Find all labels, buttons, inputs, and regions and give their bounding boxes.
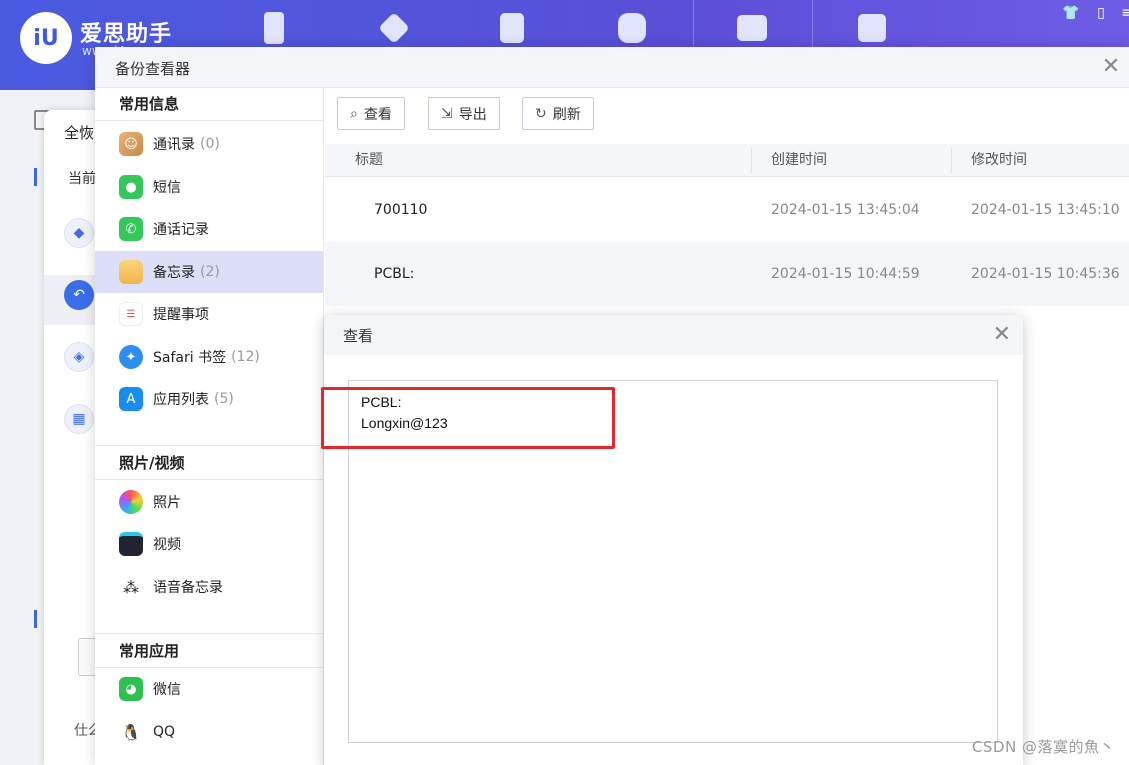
notes-icon (119, 260, 143, 284)
sidebar-item-label: Safari 书签 (153, 350, 227, 366)
layers-icon[interactable]: ◆ (64, 218, 94, 248)
header-divider (812, 0, 813, 48)
column-divider[interactable] (751, 148, 752, 173)
sidebar-item-count: (2) (200, 264, 220, 280)
table-row[interactable]: PCBL: 2024-01-15 10:44:59 2024-01-15 10:… (325, 242, 1129, 306)
restore-window-subtitle: 当前 (68, 171, 96, 187)
appstore-icon: A (119, 387, 143, 411)
cell-title: 700110 (374, 202, 428, 218)
watermark: CSDN @落寞的魚丶 (971, 738, 1115, 756)
wechat-icon: ◕ (119, 677, 143, 701)
column-header-title[interactable]: 标题 (355, 144, 383, 177)
column-header-modified[interactable]: 修改时间 (971, 144, 1027, 177)
music-icon[interactable] (490, 8, 534, 48)
sidebar-item-label: 应用列表 (153, 392, 209, 408)
close-icon[interactable]: ✕ (1097, 53, 1125, 81)
sidebar-item-label: 备忘录 (153, 265, 195, 281)
qq-icon: 🐧 (119, 720, 143, 744)
sidebar-item-label: 通讯录 (153, 137, 195, 153)
undo-icon[interactable]: ↶ (64, 280, 94, 310)
view-button-label: 查看 (363, 106, 392, 123)
sidebar-item-voice-memos[interactable]: ⁂ 语音备忘录 (95, 566, 323, 608)
sidebar-item-video[interactable]: 视频 (95, 523, 323, 565)
section-indicator (34, 168, 37, 186)
sidebar-item-label: 通话记录 (153, 222, 209, 238)
sidebar-item-count: (0) (200, 136, 220, 152)
shirt-icon[interactable]: 👕 (1062, 4, 1080, 22)
viewer-sidebar: 常用信息 ☺ 通讯录 (0) ● 短信 ✆ 通话记录 备忘录 (2) ☰ 提醒事… (95, 88, 324, 765)
table-row[interactable]: 700110 2024-01-15 13:45:04 2024-01-15 13… (325, 178, 1129, 242)
sidebar-item-contacts[interactable]: ☺ 通讯录 (0) (95, 123, 323, 165)
contacts-icon: ☺ (119, 132, 143, 156)
cell-created: 2024-01-15 10:44:59 (771, 266, 920, 282)
viewer-toolbar: ⌕ 查看 ⇲ 导出 ↻ 刷新 (325, 88, 1129, 144)
highlight-annotation (321, 387, 615, 449)
file-icon[interactable]: ▯ (1092, 4, 1110, 22)
section-divider (95, 445, 323, 446)
cell-modified: 2024-01-15 10:45:36 (971, 266, 1120, 282)
cube-icon[interactable]: ◈ (64, 342, 94, 372)
dialog-title: 查看 (343, 327, 374, 345)
voice-memo-icon: ⁂ (119, 575, 143, 599)
magnifier-doc-icon: ⌕ (350, 105, 358, 122)
sidebar-item-notes[interactable]: 备忘录 (2) (95, 251, 323, 293)
cell-title: PCBL: (374, 266, 415, 282)
phone-icon[interactable] (252, 8, 296, 48)
cube-icon[interactable] (372, 8, 416, 48)
section-title: 常用信息 (95, 88, 323, 121)
sidebar-item-label: 视频 (153, 537, 181, 553)
sidebar-item-reminders[interactable]: ☰ 提醒事项 (95, 293, 323, 335)
cell-modified: 2024-01-15 13:45:10 (971, 202, 1120, 218)
sidebar-item-photos[interactable]: 照片 (95, 481, 323, 523)
export-button[interactable]: ⇲ 导出 (428, 97, 500, 130)
sidebar-item-label: 微信 (153, 682, 181, 698)
section-divider (95, 633, 323, 634)
viewer-titlebar: 备份查看器 ✕ (95, 47, 1129, 88)
header-divider (693, 0, 694, 48)
sidebar-item-label: 短信 (153, 180, 181, 196)
refresh-button-label: 刷新 (552, 106, 581, 123)
sidebar-item-qq[interactable]: 🐧 QQ (95, 711, 323, 753)
restore-window-title: 全恢 (64, 124, 95, 142)
sidebar-item-call-log[interactable]: ✆ 通话记录 (95, 208, 323, 250)
section-title: 常用应用 (95, 635, 323, 668)
refresh-shield-icon[interactable] (610, 8, 654, 48)
table-header: 标题 创建时间 修改时间 (325, 144, 1129, 177)
close-icon[interactable]: ✕ (993, 321, 1011, 349)
photos-icon (119, 490, 143, 514)
menu-icon[interactable]: ≡ (1118, 4, 1129, 22)
sidebar-item-label: 照片 (153, 495, 181, 511)
sidebar-item-count: (5) (214, 391, 234, 407)
view-button[interactable]: ⌕ 查看 (337, 97, 405, 130)
safari-icon: ✦ (119, 345, 143, 369)
column-header-created[interactable]: 创建时间 (771, 144, 827, 177)
sidebar-item-messages[interactable]: ● 短信 (95, 166, 323, 208)
sidebar-item-label: 语音备忘录 (153, 580, 223, 596)
sidebar-item-safari[interactable]: ✦ Safari 书签 (12) (95, 336, 323, 378)
note-view-dialog: 查看 ✕ PCBL: Longxin@123 (324, 315, 1023, 765)
section-indicator (34, 610, 37, 628)
bag-icon[interactable] (850, 8, 894, 48)
messages-icon: ● (119, 175, 143, 199)
sidebar-item-count: (12) (231, 349, 260, 365)
refresh-button[interactable]: ↻ 刷新 (522, 97, 594, 130)
column-divider[interactable] (951, 148, 952, 173)
video-icon (119, 532, 143, 556)
section-title: 照片/视频 (95, 447, 323, 480)
sidebar-item-label: QQ (153, 724, 176, 740)
apps-grid-icon[interactable]: ▦ (64, 404, 94, 434)
toolbox-icon[interactable] (730, 8, 774, 48)
sidebar-item-app-list[interactable]: A 应用列表 (5) (95, 378, 323, 420)
export-icon: ⇲ (441, 105, 453, 122)
refresh-icon: ↻ (535, 105, 547, 122)
viewer-title: 备份查看器 (115, 60, 191, 78)
cell-created: 2024-01-15 13:45:04 (771, 202, 920, 218)
sidebar-item-label: 提醒事项 (153, 307, 209, 323)
sidebar-item-wechat[interactable]: ◕ 微信 (95, 668, 323, 710)
reminders-icon: ☰ (119, 302, 143, 326)
export-button-label: 导出 (458, 106, 487, 123)
dialog-titlebar: 查看 ✕ (324, 315, 1023, 355)
phone-call-icon: ✆ (119, 217, 143, 241)
app-logo: iU (20, 12, 72, 64)
